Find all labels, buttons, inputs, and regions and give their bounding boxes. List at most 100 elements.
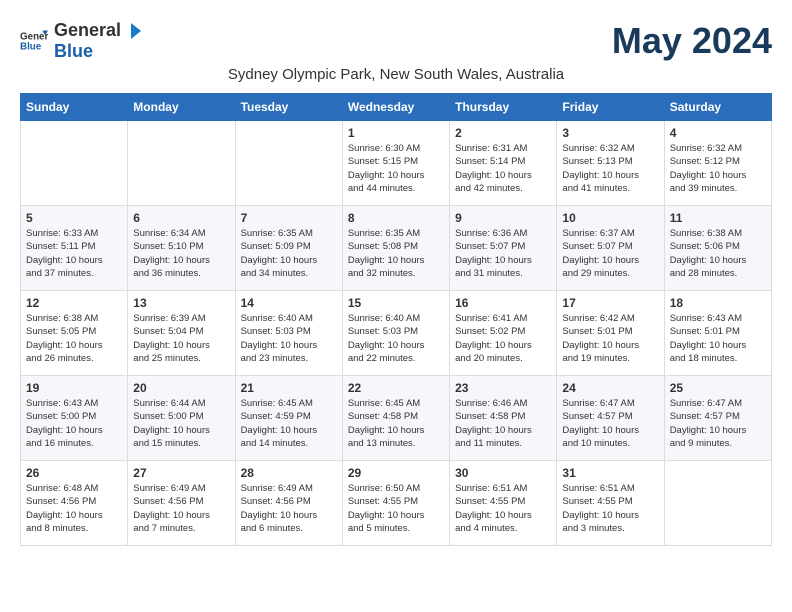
day-info: Sunrise: 6:40 AM Sunset: 5:03 PM Dayligh…: [348, 312, 444, 365]
calendar-cell: 19 Sunrise: 6:43 AM Sunset: 5:00 PM Dayli…: [21, 376, 128, 461]
day-number: 23: [455, 381, 551, 395]
day-number: 13: [133, 296, 229, 310]
day-info: Sunrise: 6:40 AM Sunset: 5:03 PM Dayligh…: [241, 312, 337, 365]
calendar-header-row: SundayMondayTuesdayWednesdayThursdayFrid…: [21, 94, 772, 121]
calendar-cell: 29Sunrise: 6:50 AM Sunset: 4:55 PM Dayli…: [342, 461, 449, 546]
calendar-cell: 5 Sunrise: 6:33 AM Sunset: 5:11 PM Daylig…: [21, 206, 128, 291]
day-info: Sunrise: 6:45 AM Sunset: 4:58 PM Dayligh…: [348, 397, 444, 450]
calendar-cell: 24 Sunrise: 6:47 AM Sunset: 4:57 PM Dayli…: [557, 376, 664, 461]
calendar-cell: 31 Sunrise: 6:51 AM Sunset: 4:55 PM Dayli…: [557, 461, 664, 546]
calendar-cell: 15Sunrise: 6:40 AM Sunset: 5:03 PM Dayli…: [342, 291, 449, 376]
day-number: 19: [26, 381, 122, 395]
calendar-cell: 30 Sunrise: 6:51 AM Sunset: 4:55 PM Dayli…: [450, 461, 557, 546]
calendar-day-header: Wednesday: [342, 94, 449, 121]
day-number: 24: [562, 381, 658, 395]
day-info: Sunrise: 6:31 AM Sunset: 5:14 PM Dayligh…: [455, 142, 551, 195]
calendar-cell: 6Sunrise: 6:34 AM Sunset: 5:10 PM Daylig…: [128, 206, 235, 291]
day-info: Sunrise: 6:47 AM Sunset: 4:57 PM Dayligh…: [670, 397, 766, 450]
calendar-cell: 23Sunrise: 6:46 AM Sunset: 4:58 PM Dayli…: [450, 376, 557, 461]
day-info: Sunrise: 6:42 AM Sunset: 5:01 PM Dayligh…: [562, 312, 658, 365]
day-number: 11: [670, 211, 766, 225]
calendar-day-header: Sunday: [21, 94, 128, 121]
day-number: 25: [670, 381, 766, 395]
calendar-cell: 1 Sunrise: 6:30 AM Sunset: 5:15 PM Daylig…: [342, 121, 449, 206]
day-number: 8: [348, 211, 444, 225]
calendar-week-row: 5 Sunrise: 6:33 AM Sunset: 5:11 PM Daylig…: [21, 206, 772, 291]
day-info: Sunrise: 6:39 AM Sunset: 5:04 PM Dayligh…: [133, 312, 229, 365]
day-info: Sunrise: 6:49 AM Sunset: 4:56 PM Dayligh…: [133, 482, 229, 535]
day-info: Sunrise: 6:51 AM Sunset: 4:55 PM Dayligh…: [562, 482, 658, 535]
logo-icon: General Blue: [20, 27, 48, 55]
location-title: Sydney Olympic Park, New South Wales, Au…: [20, 66, 772, 83]
calendar-day-header: Monday: [128, 94, 235, 121]
day-number: 17: [562, 296, 658, 310]
day-number: 22: [348, 381, 444, 395]
calendar-cell: 10 Sunrise: 6:37 AM Sunset: 5:07 PM Dayli…: [557, 206, 664, 291]
calendar-cell: 28Sunrise: 6:49 AM Sunset: 4:56 PM Dayli…: [235, 461, 342, 546]
calendar-cell: 9Sunrise: 6:36 AM Sunset: 5:07 PM Daylig…: [450, 206, 557, 291]
day-number: 26: [26, 466, 122, 480]
day-info: Sunrise: 6:51 AM Sunset: 4:55 PM Dayligh…: [455, 482, 551, 535]
day-number: 1: [348, 126, 444, 140]
calendar-body: 1 Sunrise: 6:30 AM Sunset: 5:15 PM Daylig…: [21, 121, 772, 546]
logo: General Blue General Blue: [20, 20, 143, 62]
calendar-cell: 21Sunrise: 6:45 AM Sunset: 4:59 PM Dayli…: [235, 376, 342, 461]
day-info: Sunrise: 6:38 AM Sunset: 5:06 PM Dayligh…: [670, 227, 766, 280]
day-number: 14: [241, 296, 337, 310]
calendar-cell: 16Sunrise: 6:41 AM Sunset: 5:02 PM Dayli…: [450, 291, 557, 376]
logo-general-text: General: [54, 20, 121, 41]
day-info: Sunrise: 6:30 AM Sunset: 5:15 PM Dayligh…: [348, 142, 444, 195]
calendar-day-header: Saturday: [664, 94, 771, 121]
day-number: 3: [562, 126, 658, 140]
day-info: Sunrise: 6:38 AM Sunset: 5:05 PM Dayligh…: [26, 312, 122, 365]
day-info: Sunrise: 6:35 AM Sunset: 5:09 PM Dayligh…: [241, 227, 337, 280]
day-info: Sunrise: 6:44 AM Sunset: 5:00 PM Dayligh…: [133, 397, 229, 450]
calendar-cell: 13 Sunrise: 6:39 AM Sunset: 5:04 PM Dayli…: [128, 291, 235, 376]
calendar-day-header: Tuesday: [235, 94, 342, 121]
day-number: 5: [26, 211, 122, 225]
day-info: Sunrise: 6:36 AM Sunset: 5:07 PM Dayligh…: [455, 227, 551, 280]
day-number: 20: [133, 381, 229, 395]
day-info: Sunrise: 6:35 AM Sunset: 5:08 PM Dayligh…: [348, 227, 444, 280]
day-info: Sunrise: 6:33 AM Sunset: 5:11 PM Dayligh…: [26, 227, 122, 280]
day-info: Sunrise: 6:34 AM Sunset: 5:10 PM Dayligh…: [133, 227, 229, 280]
day-number: 2: [455, 126, 551, 140]
day-info: Sunrise: 6:45 AM Sunset: 4:59 PM Dayligh…: [241, 397, 337, 450]
calendar-week-row: 19 Sunrise: 6:43 AM Sunset: 5:00 PM Dayli…: [21, 376, 772, 461]
calendar-cell: 4Sunrise: 6:32 AM Sunset: 5:12 PM Daylig…: [664, 121, 771, 206]
day-number: 30: [455, 466, 551, 480]
calendar-cell: 18Sunrise: 6:43 AM Sunset: 5:01 PM Dayli…: [664, 291, 771, 376]
calendar-cell: 14 Sunrise: 6:40 AM Sunset: 5:03 PM Dayli…: [235, 291, 342, 376]
calendar-week-row: 1 Sunrise: 6:30 AM Sunset: 5:15 PM Daylig…: [21, 121, 772, 206]
day-info: Sunrise: 6:47 AM Sunset: 4:57 PM Dayligh…: [562, 397, 658, 450]
day-number: 4: [670, 126, 766, 140]
day-number: 27: [133, 466, 229, 480]
header: General Blue General Blue May 2024: [20, 20, 772, 62]
day-info: Sunrise: 6:43 AM Sunset: 5:01 PM Dayligh…: [670, 312, 766, 365]
day-info: Sunrise: 6:50 AM Sunset: 4:55 PM Dayligh…: [348, 482, 444, 535]
day-number: 10: [562, 211, 658, 225]
calendar-cell: [664, 461, 771, 546]
day-number: 7: [241, 211, 337, 225]
calendar-cell: 26Sunrise: 6:48 AM Sunset: 4:56 PM Dayli…: [21, 461, 128, 546]
calendar-cell: 22 Sunrise: 6:45 AM Sunset: 4:58 PM Dayli…: [342, 376, 449, 461]
day-number: 12: [26, 296, 122, 310]
day-info: Sunrise: 6:43 AM Sunset: 5:00 PM Dayligh…: [26, 397, 122, 450]
calendar-cell: 2 Sunrise: 6:31 AM Sunset: 5:14 PM Daylig…: [450, 121, 557, 206]
calendar-table: SundayMondayTuesdayWednesdayThursdayFrid…: [20, 93, 772, 546]
calendar-cell: 3 Sunrise: 6:32 AM Sunset: 5:13 PM Daylig…: [557, 121, 664, 206]
logo-blue-text: Blue: [54, 41, 93, 61]
day-number: 31: [562, 466, 658, 480]
day-info: Sunrise: 6:37 AM Sunset: 5:07 PM Dayligh…: [562, 227, 658, 280]
calendar-day-header: Friday: [557, 94, 664, 121]
month-year-title: May 2024: [612, 20, 772, 62]
calendar-cell: 17 Sunrise: 6:42 AM Sunset: 5:01 PM Dayli…: [557, 291, 664, 376]
calendar-cell: 8 Sunrise: 6:35 AM Sunset: 5:08 PM Daylig…: [342, 206, 449, 291]
day-info: Sunrise: 6:32 AM Sunset: 5:13 PM Dayligh…: [562, 142, 658, 195]
day-number: 16: [455, 296, 551, 310]
calendar-cell: 20 Sunrise: 6:44 AM Sunset: 5:00 PM Dayli…: [128, 376, 235, 461]
day-info: Sunrise: 6:49 AM Sunset: 4:56 PM Dayligh…: [241, 482, 337, 535]
calendar-day-header: Thursday: [450, 94, 557, 121]
calendar-cell: [128, 121, 235, 206]
calendar-week-row: 26Sunrise: 6:48 AM Sunset: 4:56 PM Dayli…: [21, 461, 772, 546]
